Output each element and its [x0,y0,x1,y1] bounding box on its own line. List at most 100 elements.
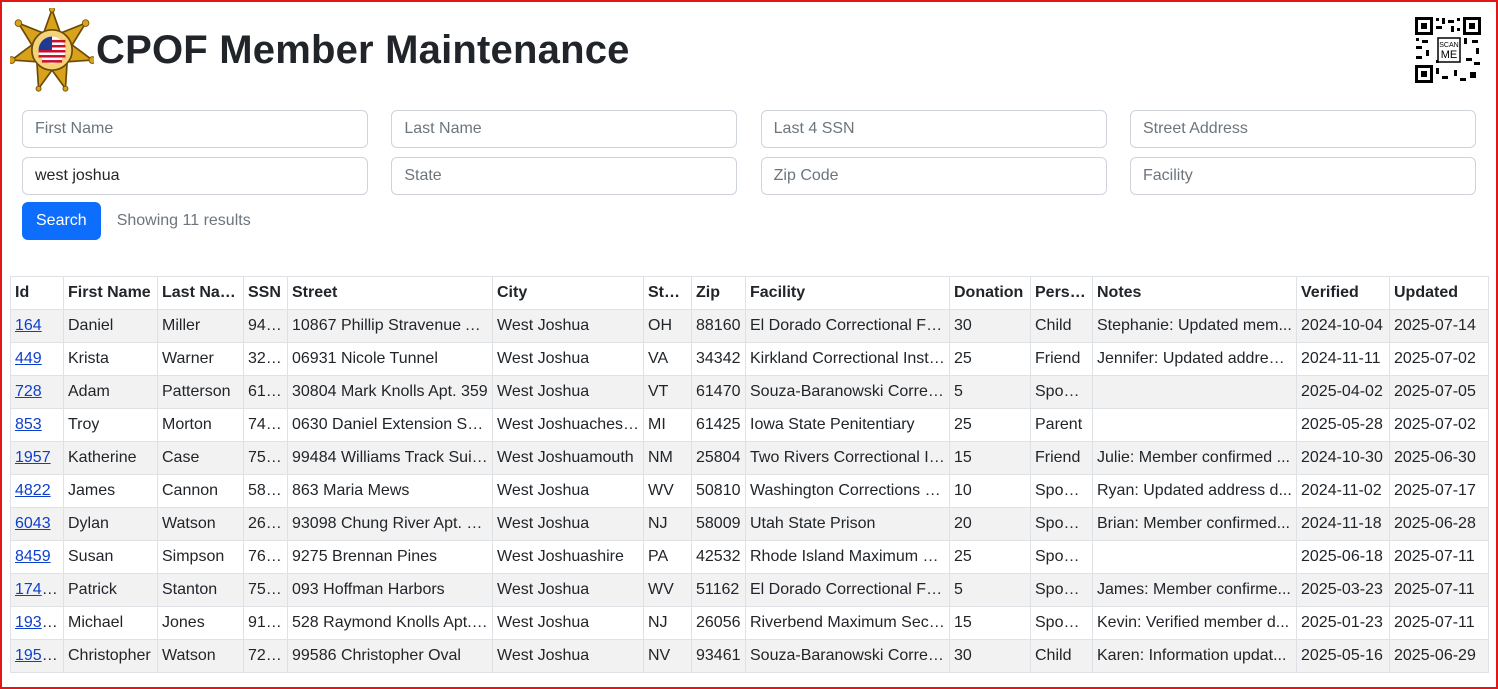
cell-verified: 2024-11-11 [1296,342,1390,376]
search-button[interactable]: Search [22,202,101,240]
cell-id: 19303 [10,606,64,640]
cell-verified: 2025-03-23 [1296,573,1390,607]
cell-notes: Brian: Member confirmed... [1092,507,1297,541]
cell-person: Spouse [1030,540,1093,574]
member-id-link[interactable]: 19575 [15,647,60,664]
street-address-input[interactable] [1129,110,1476,148]
cell-updated: 2025-06-28 [1389,507,1489,541]
cell-id: 853 [10,408,64,442]
cell-first-name: Susan [63,540,158,574]
column-header-zip: Zip [691,276,746,310]
cell-id: 19575 [10,639,64,673]
cell-first-name: Krista [63,342,158,376]
cell-street: 528 Raymond Knolls Apt. ... [287,606,493,640]
cell-verified: 2024-11-18 [1296,507,1390,541]
last4-ssn-input[interactable] [760,110,1107,148]
cell-zip: 50810 [691,474,746,508]
cell-city: West Joshua [492,375,644,409]
cell-state: WV [643,474,692,508]
cell-state: MI [643,408,692,442]
member-id-link[interactable]: 164 [15,317,42,334]
cell-ssn: 6109 [243,375,288,409]
column-header-updated: Updated [1389,276,1489,310]
table-row: 164 Daniel Miller 9456 10867 Phillip Straven… [10,309,1489,343]
cell-state: VT [643,375,692,409]
state-input[interactable] [391,157,738,195]
cell-city: West Joshuachester [492,408,644,442]
cell-id: 449 [10,342,64,376]
cell-verified: 2025-01-23 [1296,606,1390,640]
column-header-street: Street [287,276,493,310]
cell-donation: 30 [949,639,1031,673]
cell-street: 0630 Daniel Extension Sui... [287,408,493,442]
qr-code-icon[interactable]: SCAN ME [1414,16,1482,84]
table-row: 6043 Dylan Watson 2633 93098 Chung River Apt… [10,507,1489,541]
cell-state: NJ [643,507,692,541]
member-id-link[interactable]: 17487 [15,581,60,598]
cell-zip: 58009 [691,507,746,541]
table-row: 853 Troy Morton 7433 0630 Daniel Extension S… [10,408,1489,442]
cell-person: Child [1030,309,1093,343]
sheriff-badge-logo [10,8,94,92]
filter-form [22,110,1476,195]
cell-person: Friend [1030,342,1093,376]
cell-street: 06931 Nicole Tunnel [287,342,493,376]
zip-code-input[interactable] [760,157,1107,195]
cell-facility: Rhode Island Maximum S... [745,540,950,574]
table-body: 164 Daniel Miller 9456 10867 Phillip Straven… [10,309,1489,673]
cell-ssn: 7554 [243,573,288,607]
cell-last-name: Stanton [157,573,244,607]
column-header-person: Person [1030,276,1093,310]
table-row: 19303 Michael Jones 9179 528 Raymond Knolls … [10,606,1489,640]
cell-verified: 2024-10-30 [1296,441,1390,475]
table-row: 728 Adam Patterson 6109 30804 Mark Knolls Ap… [10,375,1489,409]
cell-updated: 2025-07-17 [1389,474,1489,508]
cell-id: 6043 [10,507,64,541]
table-row: 19575 Christopher Watson 7238 99586 Christop… [10,639,1489,673]
last-name-input[interactable] [391,110,738,148]
member-id-link[interactable]: 8459 [15,548,51,565]
cell-person: Child [1030,639,1093,673]
member-id-link[interactable]: 728 [15,383,42,400]
members-table: Id First Name Last Name SSN Street City State Z… [10,276,1489,673]
column-header-first-name: First Name [63,276,158,310]
member-id-link[interactable]: 4822 [15,482,51,499]
member-id-link[interactable]: 449 [15,350,42,367]
city-input[interactable] [22,157,368,195]
cell-notes: Kevin: Verified member d... [1092,606,1297,640]
search-row: Search Showing 11 results [22,202,251,240]
cell-facility: Riverbend Maximum Secu... [745,606,950,640]
cell-donation: 15 [949,441,1031,475]
column-header-facility: Facility [745,276,950,310]
member-id-link[interactable]: 6043 [15,515,51,532]
member-id-link[interactable]: 19303 [15,614,60,631]
cell-last-name: Morton [157,408,244,442]
cell-first-name: Patrick [63,573,158,607]
table-row: 17487 Patrick Stanton 7554 093 Hoffman Harbo… [10,573,1489,607]
cell-donation: 20 [949,507,1031,541]
cell-verified: 2025-05-28 [1296,408,1390,442]
cell-state: NM [643,441,692,475]
column-header-city: City [492,276,644,310]
cell-last-name: Watson [157,639,244,673]
member-id-link[interactable]: 853 [15,416,42,433]
cell-state: WV [643,573,692,607]
member-id-link[interactable]: 1957 [15,449,51,466]
cell-street: 30804 Mark Knolls Apt. 359 [287,375,493,409]
cell-verified: 2024-10-04 [1296,309,1390,343]
cell-zip: 25804 [691,441,746,475]
first-name-input[interactable] [22,110,368,148]
cell-city: West Joshua [492,309,644,343]
cell-ssn: 5892 [243,474,288,508]
cell-donation: 25 [949,342,1031,376]
cell-notes: Karen: Information updat... [1092,639,1297,673]
cell-updated: 2025-07-05 [1389,375,1489,409]
cell-last-name: Cannon [157,474,244,508]
column-header-notes: Notes [1092,276,1297,310]
cell-donation: 25 [949,540,1031,574]
cell-donation: 25 [949,408,1031,442]
cell-state: NV [643,639,692,673]
cell-last-name: Warner [157,342,244,376]
facility-input[interactable] [1129,157,1476,195]
column-header-last-name: Last Name [157,276,244,310]
